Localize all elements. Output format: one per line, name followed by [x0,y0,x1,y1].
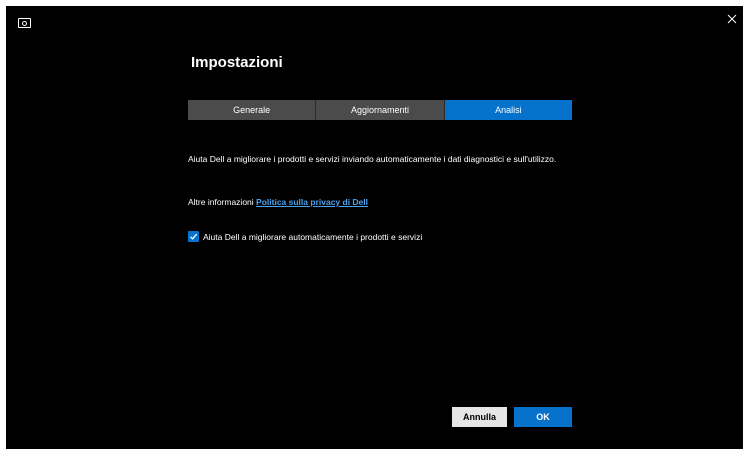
more-info-label: Altre informazioni [188,197,254,207]
ok-button[interactable]: OK [514,407,572,427]
analytics-consent-checkbox[interactable] [188,231,199,242]
close-icon[interactable] [725,12,739,26]
tab-analisi[interactable]: Analisi [444,100,572,120]
settings-tabs: Generale Aggiornamenti Analisi [188,100,572,120]
display-icon [18,18,31,28]
checkmark-icon [190,233,198,240]
page-title: Impostazioni [191,54,283,71]
cancel-button[interactable]: Annulla [452,407,507,427]
analytics-consent-row: Aiuta Dell a migliorare automaticamente … [188,231,422,242]
tab-generale[interactable]: Generale [188,100,317,120]
privacy-policy-link[interactable]: Politica sulla privacy di Dell [256,197,368,207]
tab-aggiornamenti[interactable]: Aggiornamenti [316,100,445,120]
analytics-description: Aiuta Dell a migliorare i prodotti e ser… [188,154,557,164]
more-info-line: Altre informazioni Politica sulla privac… [188,197,368,207]
analytics-consent-label: Aiuta Dell a migliorare automaticamente … [203,231,423,242]
settings-window: Impostazioni Generale Aggiornamenti Anal… [6,6,743,449]
